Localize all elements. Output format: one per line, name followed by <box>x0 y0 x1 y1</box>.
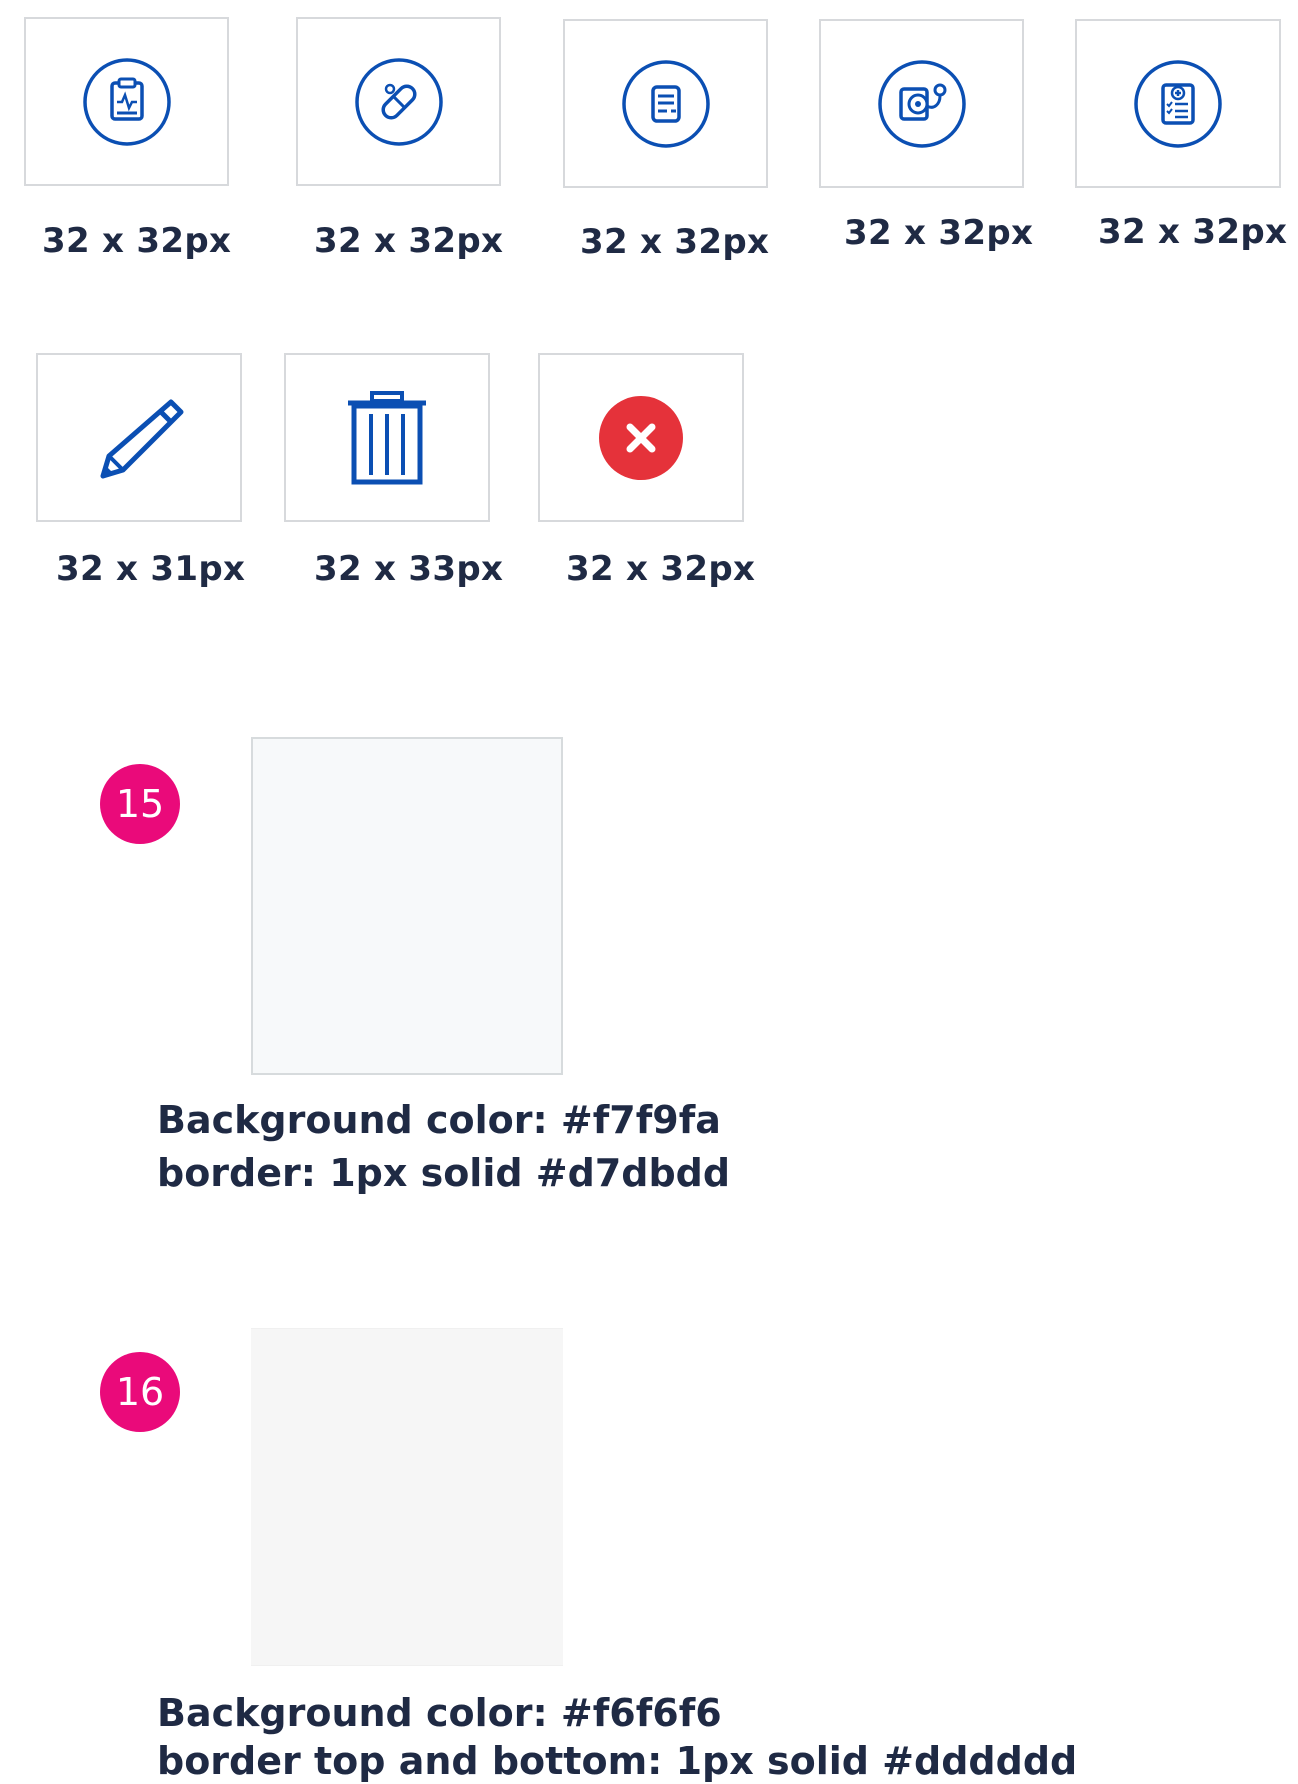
document-list-icon <box>621 59 710 148</box>
section-number-badge: 15 <box>100 764 180 844</box>
icon-tile-stethoscope <box>819 19 1024 188</box>
medical-report-icon <box>1134 59 1222 148</box>
swatch-description-line2: border top and bottom: 1px solid #dddddd <box>157 1739 1078 1783</box>
section-number-badge: 16 <box>100 1352 180 1432</box>
pill-capsule-icon <box>354 57 443 146</box>
pencil-edit-icon <box>100 399 184 478</box>
stethoscope-monitor-icon <box>877 59 966 148</box>
size-label: 32 x 32px <box>580 222 770 262</box>
swatch-top-bottom-border <box>251 1328 563 1666</box>
swatch-description-line1: Background color: #f6f6f6 <box>157 1691 722 1735</box>
size-label: 32 x 32px <box>1098 212 1288 252</box>
icon-tile-trash <box>284 353 490 522</box>
icon-tile-clipboard <box>24 17 229 186</box>
clipboard-heartbeat-icon <box>82 57 171 146</box>
close-circle-icon <box>599 395 683 480</box>
size-label: 32 x 31px <box>56 549 246 589</box>
swatch-description-line2: border: 1px solid #d7dbdd <box>157 1151 731 1195</box>
swatch-description-line1: Background color: #f7f9fa <box>157 1098 721 1142</box>
size-label: 32 x 33px <box>314 549 504 589</box>
icon-tile-document <box>563 19 768 188</box>
icon-tile-pill <box>296 17 501 186</box>
size-label: 32 x 32px <box>42 221 232 261</box>
icon-tile-medical-report <box>1075 19 1281 188</box>
size-label: 32 x 32px <box>314 221 504 261</box>
icon-tile-pencil <box>36 353 242 522</box>
size-label: 32 x 32px <box>566 549 756 589</box>
icon-tile-close <box>538 353 744 522</box>
size-label: 32 x 32px <box>844 213 1034 253</box>
trash-icon <box>348 390 426 484</box>
swatch-bordered <box>251 737 563 1075</box>
